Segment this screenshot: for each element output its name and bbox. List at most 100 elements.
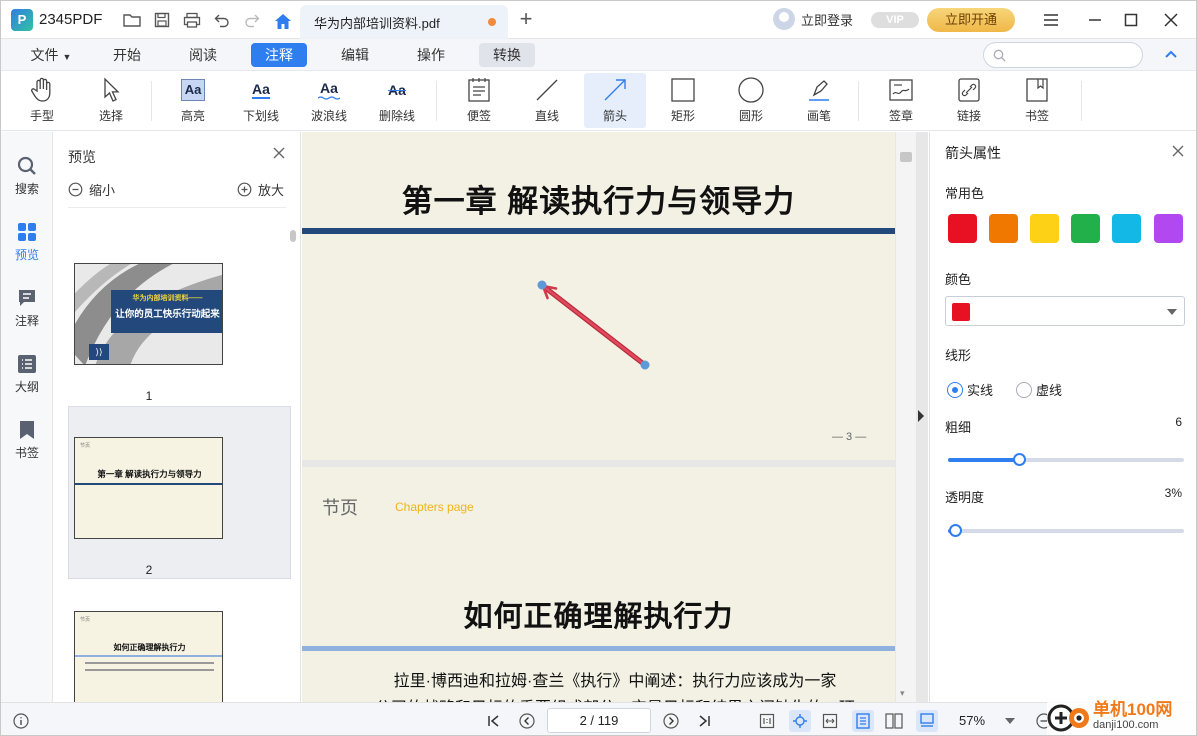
tool-wavy[interactable]: Aa 波浪线	[298, 73, 360, 128]
prev-page-icon[interactable]	[518, 712, 536, 730]
collapse-ribbon-icon[interactable]	[1163, 47, 1179, 63]
menu-file[interactable]: 文件 ▼	[23, 43, 79, 67]
single-page-view-icon[interactable]	[852, 710, 874, 732]
info-icon[interactable]	[12, 712, 30, 730]
tool-select[interactable]: 选择	[80, 73, 142, 128]
tool-link[interactable]: 链接	[938, 73, 1000, 128]
unsaved-dot-icon[interactable]	[488, 18, 496, 26]
document-scrollbar[interactable]: ▾	[896, 132, 916, 702]
tool-hand[interactable]: 手型	[11, 73, 73, 128]
search-icon	[993, 49, 1006, 62]
arrow-start-handle[interactable]	[537, 280, 547, 290]
save-icon[interactable]	[150, 8, 174, 32]
new-tab-button[interactable]: +	[515, 8, 537, 31]
tool-strikethrough[interactable]: Aa 删除线	[366, 73, 428, 128]
arrow-annotation[interactable]	[302, 132, 895, 460]
open-vip-button[interactable]: 立即开通	[927, 8, 1015, 32]
section-tag-en: Chapters page	[395, 500, 474, 514]
color-swatch-yellow[interactable]	[1030, 214, 1059, 243]
sticky-note-icon	[467, 73, 491, 107]
home-icon[interactable]	[271, 9, 295, 33]
nav-preview[interactable]: 预览	[1, 218, 53, 270]
nav-annotations[interactable]: 注释	[1, 284, 53, 336]
preview-scrollbar[interactable]	[290, 230, 296, 242]
watermark-text: 单机100网 danji100.com	[1093, 699, 1173, 731]
thumbnail-number-1: 1	[145, 389, 153, 403]
bookmark-icon	[18, 416, 36, 444]
last-page-icon[interactable]	[695, 712, 713, 730]
close-window-icon[interactable]	[1160, 9, 1182, 31]
zoom-dropdown-icon[interactable]	[1001, 712, 1019, 730]
zoom-level[interactable]: 57%	[959, 713, 985, 728]
menu-operate[interactable]: 操作	[409, 43, 453, 67]
tool-arrow[interactable]: 箭头	[584, 73, 646, 128]
nav-search[interactable]: 搜索	[1, 152, 53, 204]
scroll-down-icon[interactable]: ▾	[900, 688, 905, 699]
color-select[interactable]	[945, 296, 1185, 326]
continuous-view-icon[interactable]	[916, 710, 938, 732]
menu-annotate[interactable]: 注释	[251, 43, 307, 67]
nav-bookmarks[interactable]: 书签	[1, 416, 53, 468]
menu-convert[interactable]: 转换	[479, 43, 535, 67]
menu-edit[interactable]: 编辑	[333, 43, 377, 67]
opacity-slider-handle[interactable]	[949, 524, 963, 537]
nav-outline[interactable]: 大纲	[1, 350, 53, 402]
close-icon[interactable]	[1171, 144, 1185, 158]
menu-start[interactable]: 开始	[105, 43, 149, 67]
fit-page-icon[interactable]	[789, 710, 811, 732]
actual-size-icon[interactable]	[758, 712, 776, 730]
menu-icon[interactable]	[1040, 9, 1062, 31]
tool-line[interactable]: 直线	[516, 73, 578, 128]
color-swatch-cyan[interactable]	[1112, 214, 1141, 243]
close-icon[interactable]	[272, 146, 286, 160]
tool-rectangle[interactable]: 矩形	[652, 73, 714, 128]
minimize-icon[interactable]	[1084, 9, 1106, 31]
line-style-solid[interactable]: 实线	[947, 380, 993, 399]
tool-underline[interactable]: Aa 下划线	[230, 73, 292, 128]
page-thumbnail-3[interactable]: 节页 如何正确理解执行力	[74, 611, 223, 702]
redo-icon[interactable]	[240, 8, 264, 32]
page-number: — 3 —	[832, 431, 867, 443]
page-number-input[interactable]: 2 / 119	[547, 708, 651, 733]
arrow-end-handle[interactable]	[640, 360, 650, 370]
menu-read[interactable]: 阅读	[181, 43, 225, 67]
thickness-slider-handle[interactable]	[1012, 453, 1026, 466]
login-button[interactable]: 立即登录	[773, 8, 853, 30]
link-icon	[957, 73, 981, 107]
undo-icon[interactable]	[210, 8, 234, 32]
open-folder-icon[interactable]	[120, 8, 144, 32]
tool-bookmark[interactable]: 书签	[1006, 73, 1068, 128]
next-page-icon[interactable]	[662, 712, 680, 730]
maximize-icon[interactable]	[1120, 9, 1142, 31]
expand-panel-icon[interactable]	[917, 409, 925, 423]
document-tab-title: 华为内部培训资料.pdf	[314, 15, 440, 31]
scroll-thumb[interactable]	[900, 152, 912, 162]
fit-width-icon[interactable]	[821, 712, 839, 730]
two-page-view-icon[interactable]	[885, 712, 903, 730]
color-swatch-purple[interactable]	[1154, 214, 1183, 243]
page-thumbnail-2[interactable]: 节页 第一章 解读执行力与领导力	[74, 437, 223, 539]
thickness-slider[interactable]	[948, 453, 1184, 466]
document-viewer[interactable]: 第一章 解读执行力与领导力 — 3 — 节页 Chapters page 如何正…	[302, 132, 928, 702]
tool-highlight[interactable]: Aa 高亮	[162, 73, 224, 128]
line-style-dashed[interactable]: 虚线	[1016, 380, 1062, 399]
color-swatch-green[interactable]	[1071, 214, 1100, 243]
color-swatch-orange[interactable]	[989, 214, 1018, 243]
document-tab[interactable]: 华为内部培训资料.pdf	[300, 5, 508, 39]
hand-icon	[30, 73, 54, 107]
opacity-slider[interactable]	[948, 524, 1184, 537]
color-swatch-red[interactable]	[948, 214, 977, 243]
thumb3-text-line	[85, 662, 214, 664]
tool-sticky-note[interactable]: 便签	[448, 73, 510, 128]
tool-pen[interactable]: 画笔	[788, 73, 850, 128]
zoom-in-button[interactable]: 放大	[237, 180, 284, 199]
tool-stamp[interactable]: 签章	[870, 73, 932, 128]
tool-circle[interactable]: 圆形	[720, 73, 782, 128]
search-input[interactable]	[983, 42, 1143, 68]
print-icon[interactable]	[180, 8, 204, 32]
watermark-emblem-icon	[1047, 704, 1089, 732]
first-page-icon[interactable]	[485, 712, 503, 730]
page-thumbnail-1[interactable]: 华为内部培训资料—— 让你的员工快乐行动起来 ⟩⟩	[74, 263, 223, 365]
zoom-out-button[interactable]: 缩小	[68, 180, 115, 199]
rectangle-icon	[670, 73, 696, 107]
